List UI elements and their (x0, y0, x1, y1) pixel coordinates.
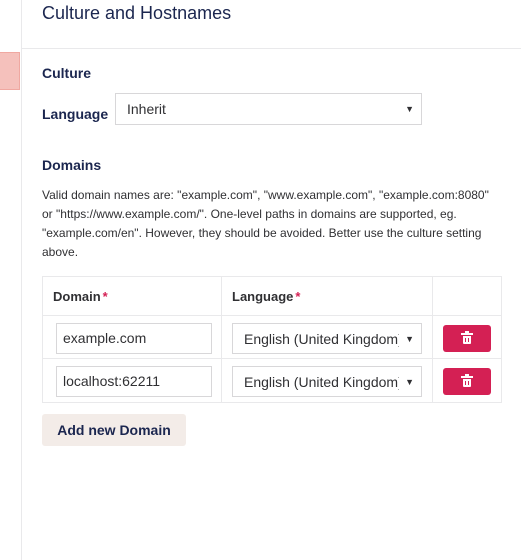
column-divider (432, 277, 433, 402)
caret-down-icon: ▼ (405, 376, 414, 387)
delete-domain-button[interactable] (443, 325, 491, 352)
domain-input[interactable]: localhost:62211 (56, 366, 212, 397)
domain-language-select[interactable]: English (United Kingdom) ▼ (232, 323, 422, 354)
domains-table: Domain * Language * example.com English (U… (42, 276, 502, 403)
language-select-value: Inherit (127, 101, 166, 117)
domain-language-value: English (United Kingdom) (244, 330, 399, 347)
culture-section-title: Culture (42, 65, 91, 81)
header: Culture and Hostnames (22, 0, 521, 49)
column-divider (221, 277, 222, 402)
language-column-header: Language * (232, 289, 301, 304)
row-divider (43, 358, 501, 359)
trash-icon (461, 331, 473, 344)
page-title: Culture and Hostnames (42, 3, 232, 23)
add-new-domain-button[interactable]: Add new Domain (42, 414, 186, 446)
domain-language-value: English (United Kingdom) (244, 373, 399, 390)
trash-icon (461, 374, 473, 387)
caret-down-icon: ▼ (405, 333, 414, 344)
left-rail (0, 0, 22, 560)
domains-section-title: Domains (42, 157, 102, 173)
domain-column-header: Domain * (53, 289, 108, 304)
delete-domain-button[interactable] (443, 368, 491, 395)
rail-tab[interactable] (0, 52, 20, 90)
domain-input[interactable]: example.com (56, 323, 212, 354)
language-label: Language (42, 106, 109, 122)
domain-language-select[interactable]: English (United Kingdom) ▼ (232, 366, 422, 397)
language-select[interactable]: Inherit ▼ (115, 93, 422, 125)
caret-down-icon: ▼ (405, 104, 414, 114)
row-divider (43, 315, 501, 316)
domains-description: Valid domain names are: "example.com", "… (42, 188, 489, 259)
